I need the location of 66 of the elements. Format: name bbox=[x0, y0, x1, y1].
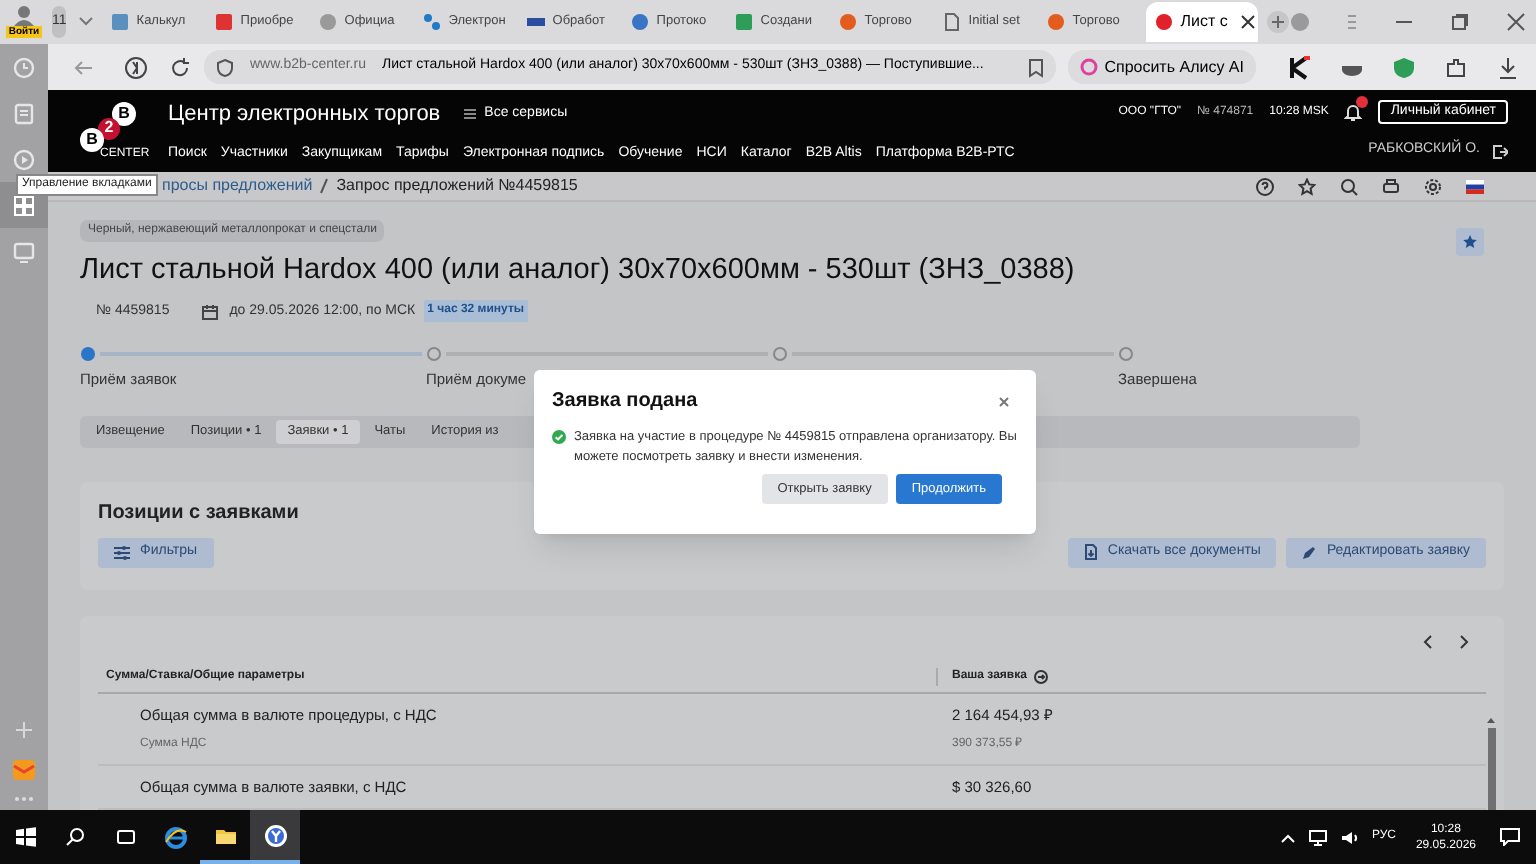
breadcrumb-link[interactable]: просы предложений bbox=[162, 174, 313, 199]
logo-letter[interactable]: B bbox=[80, 127, 104, 152]
calendar-icon bbox=[201, 303, 218, 320]
extension-icon[interactable] bbox=[1288, 55, 1312, 79]
tabs-icon[interactable] bbox=[12, 193, 36, 217]
download-icon[interactable] bbox=[1496, 55, 1520, 79]
favicon-icon bbox=[630, 12, 651, 32]
bookmark-button[interactable] bbox=[1456, 228, 1484, 257]
bookmark-icon[interactable] bbox=[1028, 57, 1045, 77]
close-icon[interactable] bbox=[1239, 14, 1256, 30]
procedure-title: Лист стальной Hardox 400 (или аналог) 30x70x600мм - 530шт (ЗНЗ_0388) bbox=[80, 252, 1075, 291]
check-circle-icon bbox=[552, 430, 566, 444]
separator-icon bbox=[320, 178, 329, 195]
windows-start-icon[interactable] bbox=[13, 825, 37, 849]
maximize-icon[interactable] bbox=[1450, 12, 1471, 32]
dialog-title: Заявка подана bbox=[552, 388, 698, 416]
favicon-icon bbox=[214, 12, 235, 32]
sliders-icon bbox=[114, 545, 130, 560]
star-icon[interactable] bbox=[1298, 177, 1316, 196]
favicon-icon bbox=[110, 12, 131, 32]
chevron-left-icon[interactable] bbox=[1422, 633, 1434, 650]
browser-tab[interactable]: Лист с bbox=[1146, 2, 1259, 42]
shield-check-icon[interactable] bbox=[1392, 55, 1416, 79]
chevron-right-icon[interactable] bbox=[1458, 633, 1470, 650]
avatar-icon[interactable] bbox=[12, 4, 36, 26]
favicon-icon bbox=[526, 12, 547, 32]
file-download-icon bbox=[1083, 544, 1098, 561]
network-icon[interactable] bbox=[1307, 829, 1328, 845]
new-tab-icon[interactable] bbox=[1266, 10, 1291, 34]
star-icon bbox=[1462, 234, 1478, 251]
flag-icon[interactable] bbox=[1466, 177, 1484, 196]
search-icon[interactable] bbox=[63, 825, 87, 849]
section-title: Позиции с заявками bbox=[98, 499, 301, 526]
ask-alice-button[interactable]: Спросить Алису AI bbox=[1068, 50, 1256, 84]
volume-icon[interactable] bbox=[1339, 829, 1360, 845]
reload-icon[interactable] bbox=[168, 55, 192, 79]
favicon-icon bbox=[422, 12, 443, 32]
favicon-icon bbox=[1046, 12, 1067, 32]
printer-icon[interactable] bbox=[1382, 177, 1400, 196]
scrollbar[interactable] bbox=[1486, 715, 1496, 810]
favicon-icon bbox=[318, 12, 339, 32]
search-icon[interactable] bbox=[1340, 177, 1358, 196]
yandex-icon[interactable] bbox=[124, 55, 148, 79]
favicon-icon bbox=[838, 12, 859, 32]
gear-icon[interactable] bbox=[1424, 177, 1442, 196]
internet-explorer-icon[interactable] bbox=[163, 825, 187, 849]
logo-letter[interactable]: B bbox=[112, 101, 136, 126]
shield-icon bbox=[216, 57, 234, 77]
logout-icon[interactable] bbox=[1492, 143, 1508, 160]
notification-dot-icon bbox=[1356, 96, 1369, 109]
alice-icon bbox=[1080, 58, 1099, 76]
chevron-up-icon[interactable] bbox=[1279, 831, 1296, 843]
pencil-icon bbox=[1302, 545, 1317, 560]
notification-icon[interactable] bbox=[1500, 828, 1520, 846]
puzzle-icon[interactable] bbox=[1444, 55, 1468, 79]
favicon-icon bbox=[734, 12, 755, 32]
bell-icon[interactable] bbox=[1344, 102, 1363, 123]
favicon-icon bbox=[942, 12, 963, 32]
close-icon[interactable] bbox=[1506, 12, 1527, 32]
help-icon[interactable] bbox=[1256, 177, 1274, 196]
breadcrumb-current: Запрос предложений №4459815 bbox=[336, 174, 578, 199]
favicon-icon bbox=[1154, 12, 1175, 32]
site-title[interactable]: Центр электронных торгов bbox=[168, 97, 441, 131]
task-view-icon[interactable] bbox=[113, 825, 137, 849]
yandex-browser-icon[interactable] bbox=[263, 823, 287, 847]
arrow-circle-icon[interactable] bbox=[1034, 669, 1049, 684]
